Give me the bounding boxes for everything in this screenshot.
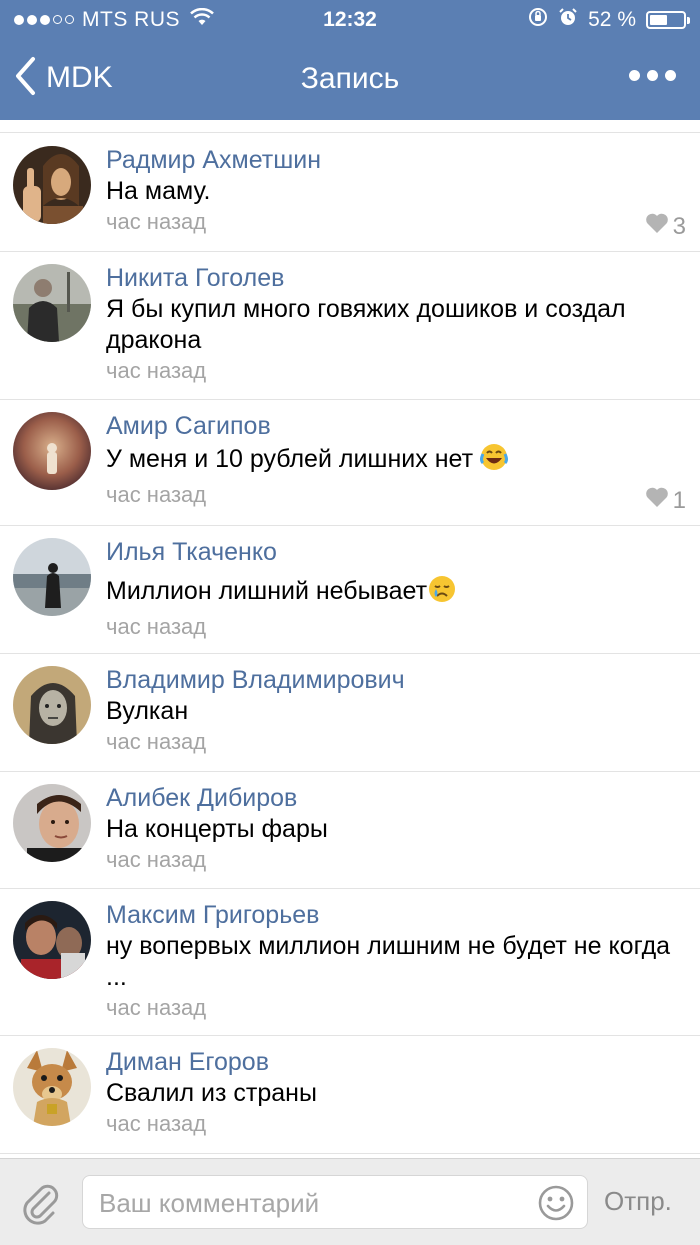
comment-text: Вулкан: [106, 697, 189, 725]
comment-item[interactable]: Диман Егоров Свалил из страны час назад: [0, 1036, 700, 1154]
comment-time: час назад: [106, 847, 207, 872]
comment-author[interactable]: Диман Егоров: [106, 1046, 686, 1078]
comment-time: час назад: [106, 729, 207, 754]
comment-item[interactable]: Алибек Дибиров На концерты фары час наза…: [0, 772, 700, 889]
status-right: 52 %: [528, 7, 690, 33]
avatar[interactable]: [13, 901, 91, 979]
battery-percent: 52 %: [588, 8, 636, 31]
comment-item[interactable]: Радмир Ахметшин На маму. час назад 3: [0, 134, 700, 252]
smiley-icon[interactable]: [537, 1184, 575, 1227]
battery-level: [650, 15, 667, 25]
comment-text: Свалил из страны: [106, 1079, 317, 1107]
header: MTS RUS 12:32 52 % MDK Запись: [0, 0, 700, 120]
send-button[interactable]: Отпр.: [604, 1186, 672, 1217]
avatar[interactable]: [13, 784, 91, 862]
comment-body: Илья Ткаченко Миллион лишний небывает ча…: [106, 536, 686, 642]
page-title: Запись: [300, 62, 400, 95]
comment-item[interactable]: Владимир Владимирович Вулкан час назад: [0, 654, 700, 772]
more-options-button[interactable]: [629, 70, 676, 81]
heart-icon: [645, 212, 669, 241]
comment-text-row: У меня и 10 рублей лишних нет: [106, 442, 686, 480]
like-count: 1: [672, 486, 686, 514]
heart-icon: [645, 486, 669, 515]
paperclip-icon[interactable]: [20, 1181, 60, 1230]
more-dot-icon: [665, 70, 676, 81]
comment-body: Алибек Дибиров На концерты фары час наза…: [106, 782, 686, 875]
comment-text: Миллион лишний небывает: [106, 577, 428, 605]
crying-face-emoji-icon: [427, 574, 457, 612]
comment-time: час назад: [106, 995, 207, 1020]
comment-time: час назад: [106, 482, 207, 507]
alarm-icon: [558, 7, 578, 33]
comment-body: Максим Григорьев ну вопервых миллион лиш…: [106, 899, 686, 1023]
comment-time: час назад: [106, 209, 207, 234]
list-divider: [0, 132, 700, 133]
comment-text: На маму.: [106, 177, 211, 205]
more-dot-icon: [647, 70, 658, 81]
comment-input-wrap: [82, 1175, 588, 1229]
comment-author[interactable]: Илья Ткаченко: [106, 536, 686, 568]
avatar[interactable]: [13, 264, 91, 342]
comment-body: Владимир Владимирович Вулкан час назад: [106, 664, 686, 757]
avatar[interactable]: [13, 146, 91, 224]
comment-text: На концерты фары: [106, 815, 328, 843]
comment-author[interactable]: Амир Сагипов: [106, 410, 686, 442]
more-dot-icon: [629, 70, 640, 81]
comment-item[interactable]: Илья Ткаченко Миллион лишний небывает ча…: [0, 526, 700, 654]
avatar[interactable]: [13, 666, 91, 744]
comment-item[interactable]: Амир Сагипов У меня и 10 рублей лишних н…: [0, 400, 700, 526]
comment-author[interactable]: Радмир Ахметшин: [106, 144, 686, 176]
like-count: 3: [672, 212, 686, 240]
avatar[interactable]: [13, 1048, 91, 1126]
battery-icon: [646, 11, 690, 29]
comment-body: Диман Егоров Свалил из страны час назад: [106, 1046, 686, 1139]
comment-input[interactable]: [97, 1184, 531, 1222]
comment-text-row: Миллион лишний небывает: [106, 574, 686, 612]
comment-time: час назад: [106, 358, 207, 383]
avatar[interactable]: [13, 412, 91, 490]
comment-text: Я бы купил много говяжих дошиков и созда…: [106, 295, 626, 354]
laughing-tears-emoji-icon: [479, 442, 509, 480]
comment-composer: Отпр.: [0, 1158, 700, 1245]
status-bar: MTS RUS 12:32 52 %: [0, 0, 700, 40]
comment-text: ну вопервых миллион лишним не будет не к…: [106, 932, 671, 991]
comments-list[interactable]: Радмир Ахметшин На маму. час назад 3 Ник…: [0, 120, 700, 1158]
comment-author[interactable]: Никита Гоголев: [106, 262, 686, 294]
avatar[interactable]: [13, 538, 91, 616]
comment-author[interactable]: Максим Григорьев: [106, 899, 686, 931]
like-button[interactable]: 1: [645, 486, 686, 515]
like-button[interactable]: 3: [645, 212, 686, 241]
rotation-lock-icon: [528, 7, 548, 33]
comment-body: Никита Гоголев Я бы купил много говяжих …: [106, 262, 686, 386]
comment-body: Амир Сагипов У меня и 10 рублей лишних н…: [106, 410, 686, 510]
comment-item[interactable]: Максим Григорьев ну вопервых миллион лиш…: [0, 889, 700, 1036]
comment-time: час назад: [106, 614, 207, 639]
comment-text: У меня и 10 рублей лишних нет: [106, 445, 474, 473]
comment-time: час назад: [106, 1111, 207, 1136]
comment-body: Радмир Ахметшин На маму. час назад: [106, 144, 686, 237]
comment-author[interactable]: Владимир Владимирович: [106, 664, 686, 696]
comment-author[interactable]: Алибек Дибиров: [106, 782, 686, 814]
nav-bar: MDK Запись: [0, 40, 700, 120]
comment-item[interactable]: Никита Гоголев Я бы купил много говяжих …: [0, 252, 700, 400]
